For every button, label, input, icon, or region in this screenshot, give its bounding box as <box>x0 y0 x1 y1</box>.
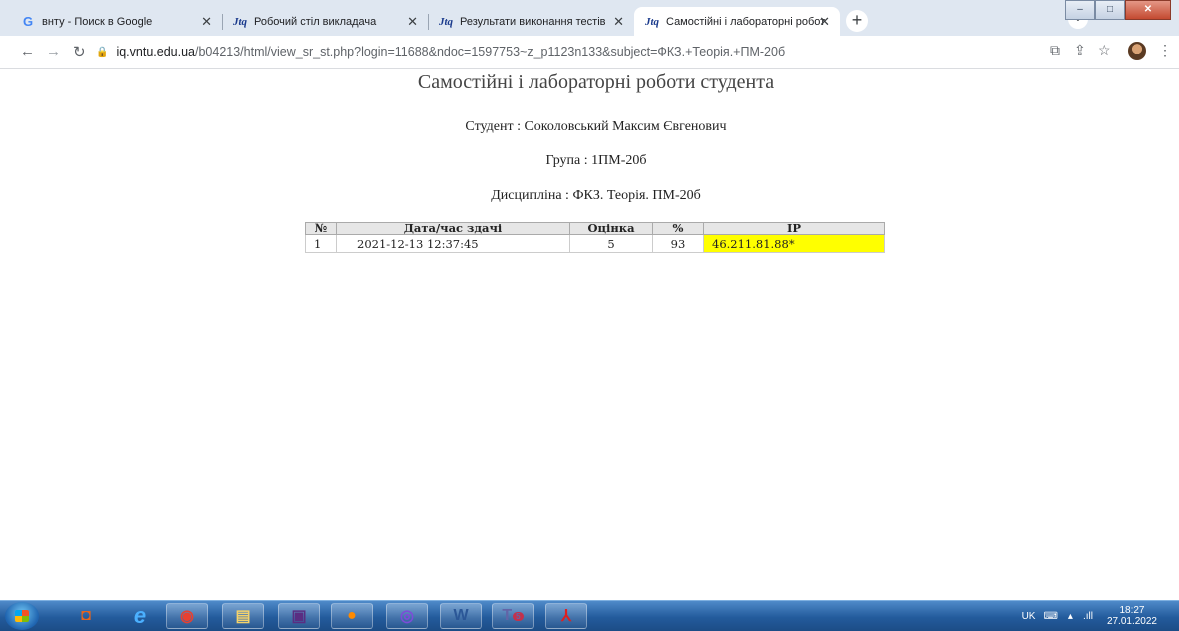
tab-title: Результати виконання тестів <box>460 15 606 28</box>
clock-time: 18:27 <box>1119 605 1145 616</box>
results-table: № Дата/час здачі Оцінка % IP 1 2021-12-1… <box>305 222 885 253</box>
page-content: Самостійні і лабораторні роботи студента… <box>0 68 1179 600</box>
tab-test-results[interactable]: Jtq Результати виконання тестів ✕ <box>428 7 634 36</box>
teams-badge: 5 <box>513 611 524 621</box>
google-icon: G <box>22 14 34 29</box>
discipline-name: Дисципліна : ФКЗ. Теорія. ПМ-20б <box>491 188 701 203</box>
table-header-row: № Дата/час здачі Оцінка % IP <box>305 222 885 235</box>
tab-teacher-desk[interactable]: Jtq Робочий стіл викладача ✕ <box>222 7 429 36</box>
tray-expand-icon[interactable]: ▴ <box>1068 611 1073 622</box>
url-input[interactable]: 🔒 iq.vntu.edu.ua/b04213/html/view_sr_st.… <box>96 40 1036 64</box>
page-title: Самостійні і лабораторні роботи студента <box>417 71 775 93</box>
firefox-icon[interactable]: ● <box>331 603 373 629</box>
start-button[interactable] <box>5 602 39 630</box>
tab-title: внту - Поиск в Google <box>42 15 153 28</box>
jtq-icon: Jtq <box>438 15 454 28</box>
close-icon[interactable]: ✕ <box>201 14 212 30</box>
word-icon[interactable]: W <box>440 603 482 629</box>
col-percent-header: % <box>652 222 704 235</box>
language-indicator[interactable]: UK <box>1022 611 1036 622</box>
new-tab-button[interactable]: + <box>846 10 868 32</box>
save-icon[interactable]: ▣ <box>278 603 320 629</box>
windows-taskbar: ◘ e ◉ ▤ ▣ ● ◎ W T5 ⅄ UK ⌨ ▴ .ıll 18:27 2… <box>0 600 1179 631</box>
maximize-button[interactable]: □ <box>1095 0 1125 20</box>
keyboard-icon[interactable]: ⌨ <box>1043 611 1057 622</box>
clock-date: 27.01.2022 <box>1106 616 1157 627</box>
bookmark-star-icon[interactable]: ☆ <box>1098 42 1111 59</box>
tab-google-search[interactable]: G внту - Поиск в Google ✕ <box>10 7 223 36</box>
student-name: Студент : Соколовський Максим Євгенович <box>465 119 727 134</box>
col-datetime-header: Дата/час здачі <box>336 222 570 235</box>
explorer-icon[interactable]: ▤ <box>222 603 264 629</box>
col-number-header: № <box>305 222 337 235</box>
forward-icon[interactable]: → <box>46 43 61 60</box>
minimize-button[interactable]: – <box>1065 0 1095 20</box>
cell-ip: 46.211.81.88* <box>703 234 885 253</box>
acrobat-icon[interactable]: ⅄ <box>545 603 587 629</box>
tab-title: Робочий стіл викладача <box>254 15 377 28</box>
reload-icon[interactable]: ↻ <box>73 43 86 61</box>
clock[interactable]: 18:27 27.01.2022 <box>1107 605 1157 627</box>
col-grade-header: Оцінка <box>569 222 653 235</box>
back-icon[interactable]: ← <box>20 43 35 60</box>
profile-avatar[interactable] <box>1128 42 1146 60</box>
translate-icon[interactable]: ⧉ <box>1050 42 1060 59</box>
jtq-icon: Jtq <box>644 15 660 28</box>
share-icon[interactable]: ⇪ <box>1074 42 1086 59</box>
chrome-icon[interactable]: ◉ <box>166 603 208 629</box>
close-icon[interactable]: ✕ <box>613 14 624 30</box>
col-ip-header: IP <box>703 222 885 235</box>
menu-icon[interactable]: ⋮ <box>1158 42 1172 59</box>
lock-icon: 🔒 <box>96 46 109 58</box>
system-tray: UK ⌨ ▴ .ıll 18:27 27.01.2022 <box>1022 601 1179 631</box>
edge-icon[interactable]: e <box>120 603 160 629</box>
close-icon[interactable]: ✕ <box>819 14 830 30</box>
group-name: Група : 1ПМ-20б <box>545 153 647 168</box>
cell-datetime: 2021-12-13 12:37:45 <box>336 234 570 253</box>
url-host: iq.vntu.edu.ua <box>116 45 195 59</box>
signal-icon[interactable]: .ıll <box>1083 611 1093 622</box>
tab-student-works[interactable]: Jtq Самостійні і лабораторні робот ✕ <box>634 7 840 36</box>
viber-icon[interactable]: ◎ <box>386 603 428 629</box>
close-window-button[interactable]: ✕ <box>1125 0 1171 20</box>
browser-tab-bar: G внту - Поиск в Google ✕ Jtq Робочий ст… <box>0 0 1179 36</box>
teams-icon[interactable]: T5 <box>492 603 534 629</box>
tab-title: Самостійні і лабораторні робот <box>666 15 826 28</box>
window-controls: – □ ✕ <box>1065 0 1171 20</box>
cell-percent: 93 <box>652 234 704 253</box>
office-icon[interactable]: ◘ <box>70 603 102 629</box>
address-bar: ← → ↻ 🔒 iq.vntu.edu.ua/b04213/html/view_… <box>0 36 1179 69</box>
cell-number: 1 <box>305 234 337 253</box>
jtq-icon: Jtq <box>232 15 248 28</box>
cell-grade: 5 <box>569 234 653 253</box>
close-icon[interactable]: ✕ <box>407 14 418 30</box>
url-path: /b04213/html/view_sr_st.php?login=11688&… <box>195 45 786 59</box>
table-row: 1 2021-12-13 12:37:45 5 93 46.211.81.88* <box>305 234 885 253</box>
